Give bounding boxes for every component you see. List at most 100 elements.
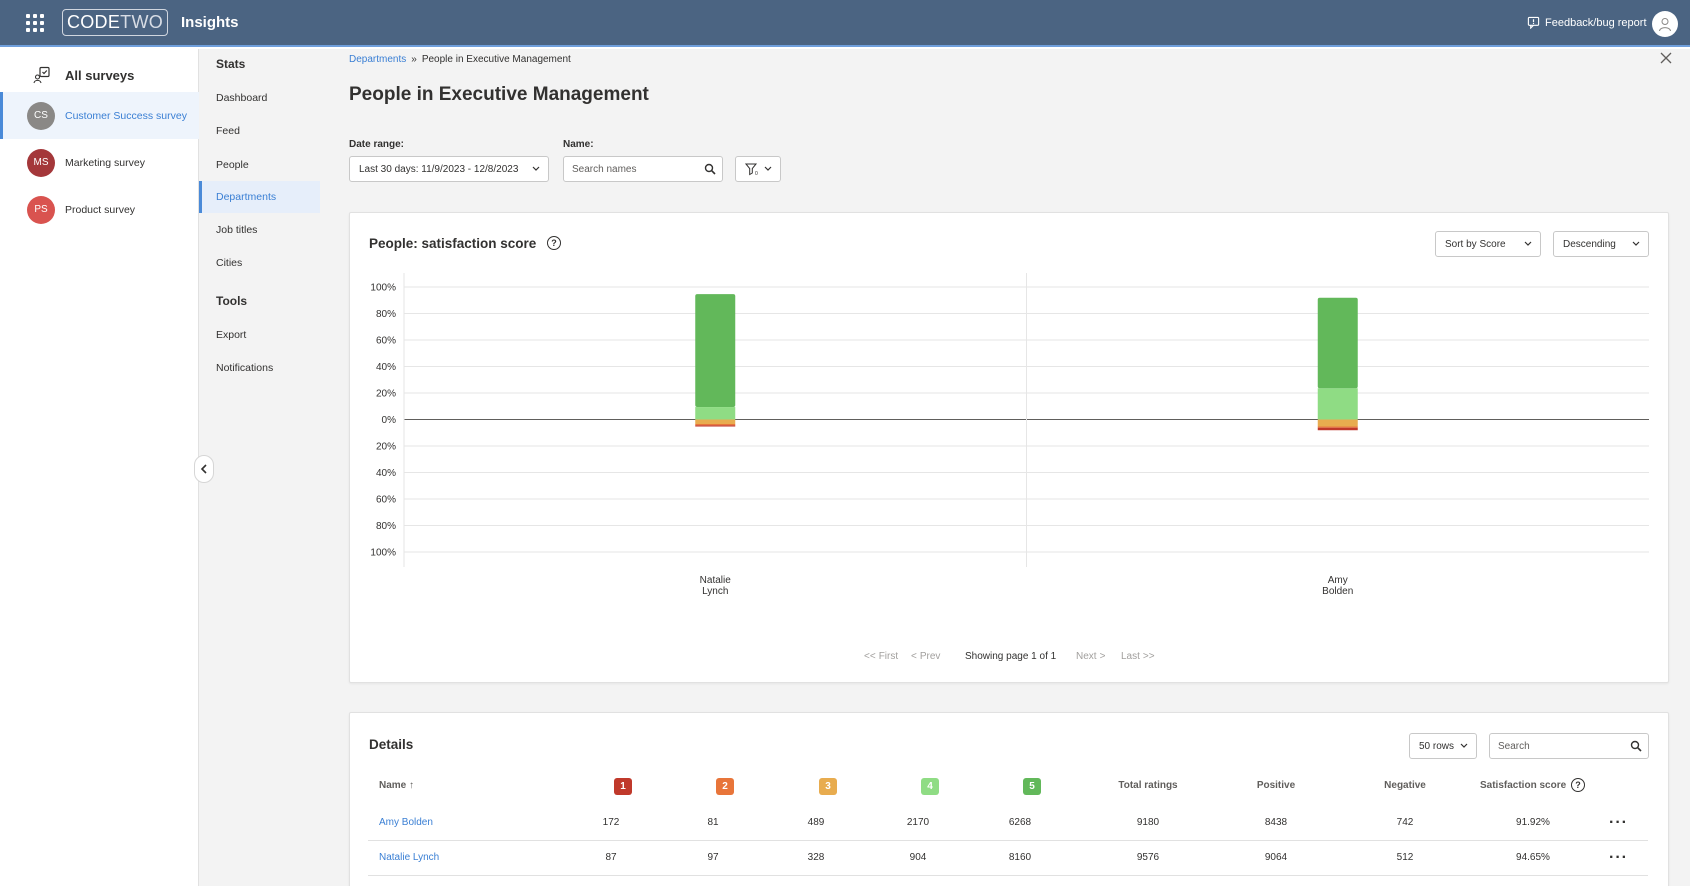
chevron-right-icon: > xyxy=(1099,651,1106,662)
double-chevron-right-icon: >> xyxy=(1142,651,1155,662)
nav-item-people[interactable]: People xyxy=(199,149,320,181)
column-header-rating-3[interactable]: 3 xyxy=(819,778,837,795)
survey-item-marketing[interactable]: MS Marketing survey xyxy=(0,139,199,186)
rows-per-page-value: 50 rows xyxy=(1419,740,1455,752)
date-range-label: Date range: xyxy=(349,139,405,150)
page-title: People in Executive Management xyxy=(349,84,649,105)
bar-segment-rating-4 xyxy=(1317,388,1358,420)
column-header-total-ratings[interactable]: Total ratings xyxy=(1100,780,1196,791)
column-header-rating-4[interactable]: 4 xyxy=(921,778,939,795)
nav-item-job-titles[interactable]: Job titles xyxy=(199,214,320,246)
nav-item-feed[interactable]: Feed xyxy=(199,115,320,147)
column-header-name[interactable]: Name ↑ xyxy=(379,780,414,791)
survey-badge: CS xyxy=(27,101,55,130)
pager-first-button[interactable]: << First xyxy=(864,651,898,662)
column-header-rating-5[interactable]: 5 xyxy=(1023,778,1041,795)
y-tick-label: 40% xyxy=(376,468,396,479)
details-search-input[interactable] xyxy=(1489,733,1649,759)
y-tick-label: 100% xyxy=(370,283,396,294)
order-value: Descending xyxy=(1563,238,1616,250)
double-chevron-left-icon: << xyxy=(864,651,876,662)
breadcrumb: Departments » People in Executive Manage… xyxy=(349,54,571,65)
row-rating-3: 328 xyxy=(807,852,825,863)
date-range-select[interactable]: Last 30 days: 11/9/2023 - 12/8/2023 xyxy=(349,156,549,182)
row-more-actions-icon[interactable]: ··· xyxy=(1609,814,1628,832)
y-tick-label: 20% xyxy=(376,389,396,400)
order-select[interactable]: Descending xyxy=(1553,231,1649,257)
pager-next-button[interactable]: Next > xyxy=(1076,651,1105,662)
row-name-link[interactable]: Natalie Lynch xyxy=(379,852,439,863)
feedback-button[interactable]: Feedback/bug report xyxy=(1527,16,1647,29)
nav-heading-stats: Stats xyxy=(216,57,246,71)
row-satisfaction-score: 91.92% xyxy=(1516,817,1550,828)
feedback-icon xyxy=(1527,16,1540,29)
row-negative: 742 xyxy=(1396,817,1414,828)
breadcrumb-separator: » xyxy=(411,54,417,65)
row-positive: 9064 xyxy=(1264,852,1288,863)
column-header-positive[interactable]: Positive xyxy=(1226,780,1326,791)
pager-last-button[interactable]: Last >> xyxy=(1121,651,1155,662)
y-tick-label: 100% xyxy=(370,548,396,559)
nav-heading-tools: Tools xyxy=(216,294,248,308)
row-rating-1: 87 xyxy=(605,852,617,863)
survey-item-customer-success[interactable]: CS Customer Success survey xyxy=(0,92,199,139)
app-title: Insights xyxy=(181,14,239,31)
column-header-rating-2[interactable]: 2 xyxy=(716,778,734,795)
row-rating-3: 489 xyxy=(807,817,825,828)
chevron-down-icon xyxy=(764,166,772,171)
row-name-link[interactable]: Amy Bolden xyxy=(379,817,433,828)
bar-segment-rating-2 xyxy=(695,424,736,426)
search-icon[interactable] xyxy=(1630,740,1642,752)
row-total-ratings: 9576 xyxy=(1136,852,1160,863)
filter-dropdown-button[interactable]: 0 xyxy=(735,156,781,182)
x-tick-label: Lynch xyxy=(702,586,728,597)
name-label: Name: xyxy=(563,139,594,150)
nav-item-cities[interactable]: Cities xyxy=(199,247,320,279)
row-rating-5: 8160 xyxy=(1008,852,1032,863)
survey-badge: MS xyxy=(27,148,55,177)
chevron-down-icon xyxy=(1460,743,1468,748)
x-tick-label: Natalie xyxy=(700,575,732,586)
survey-item-product[interactable]: PS Product survey xyxy=(0,186,199,233)
row-more-actions-icon[interactable]: ··· xyxy=(1609,849,1628,867)
nav-item-departments[interactable]: Departments xyxy=(199,181,320,213)
nav-item-dashboard[interactable]: Dashboard xyxy=(199,82,320,114)
all-surveys-link[interactable]: All surveys xyxy=(33,66,134,84)
bar-segment-rating-3 xyxy=(1317,419,1358,427)
row-rating-5: 6268 xyxy=(1008,817,1032,828)
bar-segment-rating-5 xyxy=(1317,297,1358,389)
satisfaction-chart: 100% 80% 60% 40% 20% 0% 20% 40% 60% 80% 100% Natali… xyxy=(370,273,1649,597)
nav-item-notifications[interactable]: Notifications xyxy=(199,352,320,384)
collapse-pane-button[interactable] xyxy=(194,455,214,483)
row-negative: 512 xyxy=(1396,852,1414,863)
nav-item-export[interactable]: Export xyxy=(199,319,320,351)
name-search-input[interactable] xyxy=(563,156,723,182)
column-header-rating-1[interactable]: 1 xyxy=(614,778,632,795)
row-positive: 8438 xyxy=(1264,817,1288,828)
y-tick-label: 0% xyxy=(382,415,397,426)
pager-prev-button[interactable]: < Prev xyxy=(911,651,940,662)
chevron-left-icon: < xyxy=(911,651,917,662)
row-satisfaction-score: 94.65% xyxy=(1516,852,1550,863)
help-icon[interactable]: ? xyxy=(547,236,561,250)
y-tick-label: 60% xyxy=(376,495,396,506)
nav-pane: Stats Dashboard Feed People Departments … xyxy=(199,49,320,886)
survey-pane: All surveys CS Customer Success survey M… xyxy=(0,49,199,886)
filter-icon: 0 xyxy=(745,163,758,176)
user-avatar[interactable] xyxy=(1652,11,1678,37)
app-launcher-icon[interactable] xyxy=(26,14,44,32)
y-tick-label: 60% xyxy=(376,336,396,347)
close-icon[interactable] xyxy=(1658,50,1674,66)
top-bar: CODE TWO Insights Feedback/bug report xyxy=(0,0,1690,47)
sort-select[interactable]: Sort by Score xyxy=(1435,231,1541,257)
chevron-down-icon xyxy=(532,166,540,171)
help-icon[interactable]: ? xyxy=(1571,778,1585,792)
row-total-ratings: 9180 xyxy=(1136,817,1160,828)
breadcrumb-departments-link[interactable]: Departments xyxy=(349,54,406,65)
column-header-negative[interactable]: Negative xyxy=(1355,780,1455,791)
codetwo-logo: CODE TWO xyxy=(62,9,168,36)
chart-title: People: satisfaction score xyxy=(369,236,537,251)
bar-segment-rating-1 xyxy=(1317,427,1358,431)
search-icon[interactable] xyxy=(704,163,716,175)
rows-per-page-select[interactable]: 50 rows xyxy=(1409,733,1477,759)
